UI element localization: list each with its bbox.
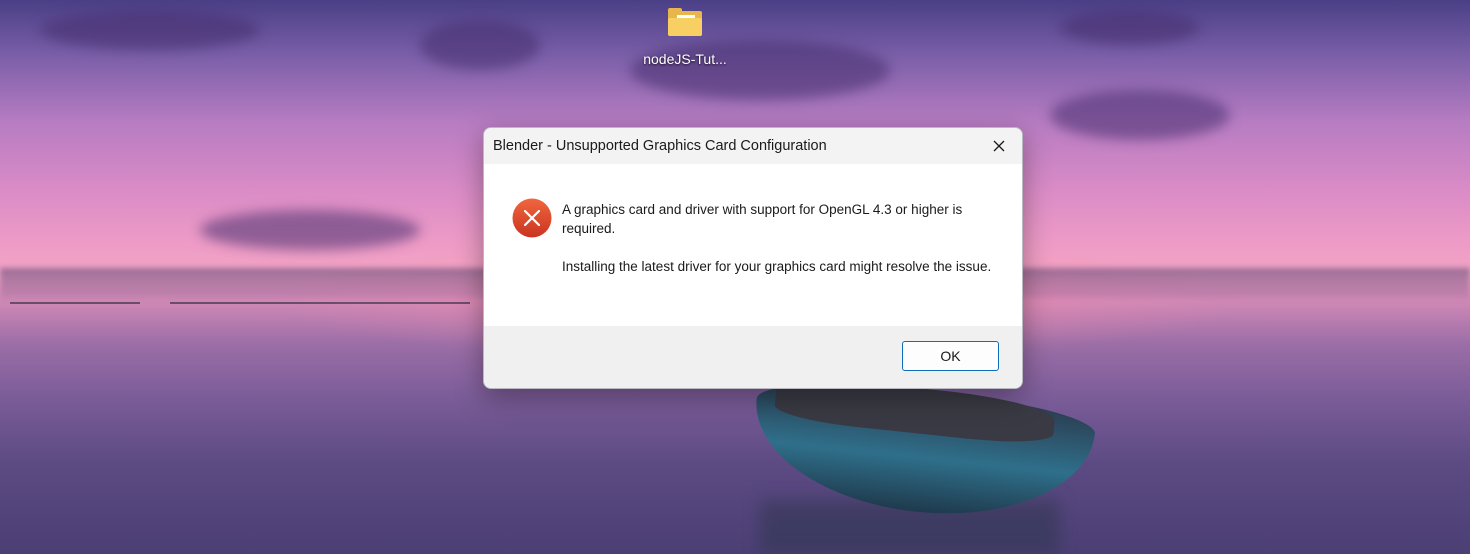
wallpaper-cloud [1050, 90, 1230, 140]
ok-button[interactable]: OK [902, 341, 999, 371]
message-line-2: Installing the latest driver for your gr… [562, 259, 992, 274]
error-dialog: Blender - Unsupported Graphics Card Conf… [483, 127, 1023, 389]
desktop-icon-label: nodeJS-Tut... [643, 51, 727, 67]
fishing-net [170, 282, 470, 304]
message-line-1: A graphics card and driver with support … [562, 202, 963, 236]
wallpaper-cloud [420, 20, 540, 70]
dialog-title: Blender - Unsupported Graphics Card Conf… [493, 138, 827, 154]
dialog-titlebar[interactable]: Blender - Unsupported Graphics Card Conf… [484, 128, 1022, 164]
error-icon [512, 198, 552, 238]
wallpaper-cloud [1060, 10, 1200, 45]
close-icon [993, 140, 1005, 152]
wallpaper-cloud [200, 210, 420, 250]
wallpaper-cloud [40, 10, 260, 50]
dialog-message: A graphics card and driver with support … [562, 200, 992, 295]
close-button[interactable] [976, 128, 1022, 164]
dialog-footer: OK [484, 326, 1022, 388]
dialog-content: A graphics card and driver with support … [484, 164, 1022, 326]
folder-icon [668, 8, 702, 36]
fishing-net [10, 282, 140, 304]
desktop-icon-folder[interactable]: nodeJS-Tut... [630, 6, 740, 67]
